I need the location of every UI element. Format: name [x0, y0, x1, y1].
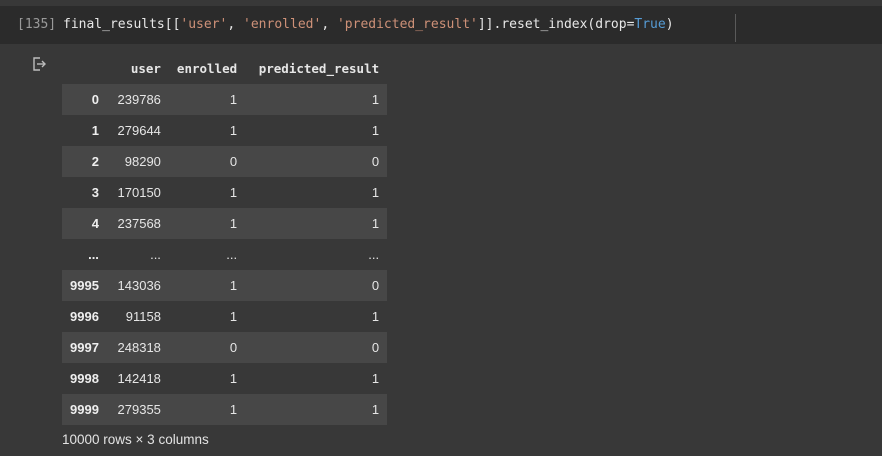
- table-row: 9997 248318 0 0: [62, 332, 388, 363]
- cell-predicted-result: 1: [245, 84, 388, 115]
- code-keyword-token: True: [634, 17, 666, 32]
- table-row: 4 237568 1 1: [62, 208, 388, 239]
- code-token: final_results[[: [63, 17, 181, 32]
- column-header-predicted-result: predicted_result: [245, 53, 388, 84]
- code-token: ,: [321, 17, 337, 32]
- row-index: 9995: [62, 270, 107, 301]
- code-string-token: 'enrolled': [243, 17, 322, 32]
- row-index: 2: [62, 146, 107, 177]
- table-header-row: user enrolled predicted_result: [62, 53, 388, 84]
- cell-user: 239786: [106, 84, 169, 115]
- code-string-token: 'user': [180, 17, 228, 32]
- cell-user: 279644: [106, 115, 169, 146]
- row-index: 9996: [62, 301, 107, 332]
- row-index: 1: [62, 115, 107, 146]
- cell-enrolled: 1: [168, 394, 246, 425]
- dataframe-shape-note: 10000 rows × 3 columns: [62, 432, 209, 447]
- row-index: 9998: [62, 363, 107, 394]
- cell-enrolled: 1: [168, 270, 246, 301]
- code-string-token: 'predicted_result': [336, 17, 478, 32]
- cell-predicted-result: 1: [245, 115, 388, 146]
- cell-user: ...: [106, 239, 169, 270]
- cell-enrolled: ...: [168, 239, 246, 270]
- cell-predicted-result: 0: [245, 270, 388, 301]
- cell-enrolled: 1: [168, 115, 246, 146]
- cell-enrolled: 0: [168, 146, 246, 177]
- table-row: 1 279644 1 1: [62, 115, 388, 146]
- cell-user: 91158: [106, 301, 169, 332]
- cell-predicted-result: 1: [245, 301, 388, 332]
- row-index: 0: [62, 84, 107, 115]
- table-row: 3 170150 1 1: [62, 177, 388, 208]
- column-header-enrolled: enrolled: [168, 53, 246, 84]
- execution-count: [135]: [17, 17, 57, 32]
- table-row: 9998 142418 1 1: [62, 363, 388, 394]
- index-header: [62, 53, 107, 84]
- cell-predicted-result: 1: [245, 208, 388, 239]
- cell-predicted-result: ...: [245, 239, 388, 270]
- code-token: ,: [227, 17, 244, 32]
- cell-enrolled: 1: [168, 208, 246, 239]
- cell-enrolled: 1: [168, 84, 246, 115]
- row-index: 4: [62, 208, 107, 239]
- code-cell-input[interactable]: [135] final_results[['user', 'enrolled',…: [0, 6, 882, 44]
- cursor-divider: [735, 14, 736, 42]
- row-index: ...: [62, 239, 107, 270]
- cell-user: 237568: [106, 208, 169, 239]
- code-token: ]].reset_index(drop=: [477, 17, 635, 32]
- cell-user: 170150: [106, 177, 169, 208]
- cell-predicted-result: 0: [245, 146, 388, 177]
- table-row: 9995 143036 1 0: [62, 270, 388, 301]
- table-row: 2 98290 0 0: [62, 146, 388, 177]
- cell-predicted-result: 1: [245, 177, 388, 208]
- row-index: 9999: [62, 394, 107, 425]
- cell-user: 279355: [106, 394, 169, 425]
- row-index: 3: [62, 177, 107, 208]
- table-row: 9996 91158 1 1: [62, 301, 388, 332]
- cell-predicted-result: 0: [245, 332, 388, 363]
- cell-enrolled: 1: [168, 363, 246, 394]
- cell-enrolled: 1: [168, 177, 246, 208]
- table-row-ellipsis: ... ... ... ...: [62, 239, 388, 270]
- cell-user: 143036: [106, 270, 169, 301]
- cell-predicted-result: 1: [245, 394, 388, 425]
- cell-enrolled: 1: [168, 301, 246, 332]
- cell-user: 142418: [106, 363, 169, 394]
- row-index: 9997: [62, 332, 107, 363]
- code-token: ): [665, 17, 674, 32]
- notebook-cell: [135] final_results[['user', 'enrolled',…: [0, 0, 882, 456]
- cell-user: 98290: [106, 146, 169, 177]
- table-row: 0 239786 1 1: [62, 84, 388, 115]
- column-header-user: user: [106, 53, 169, 84]
- dataframe-table: user enrolled predicted_result 0 239786 …: [62, 53, 388, 425]
- cell-enrolled: 0: [168, 332, 246, 363]
- cell-user: 248318: [106, 332, 169, 363]
- code-line[interactable]: final_results[['user', 'enrolled', 'pred…: [63, 17, 674, 32]
- table-row: 9999 279355 1 1: [62, 394, 388, 425]
- cell-predicted-result: 1: [245, 363, 388, 394]
- output-redirect-icon[interactable]: [31, 56, 47, 72]
